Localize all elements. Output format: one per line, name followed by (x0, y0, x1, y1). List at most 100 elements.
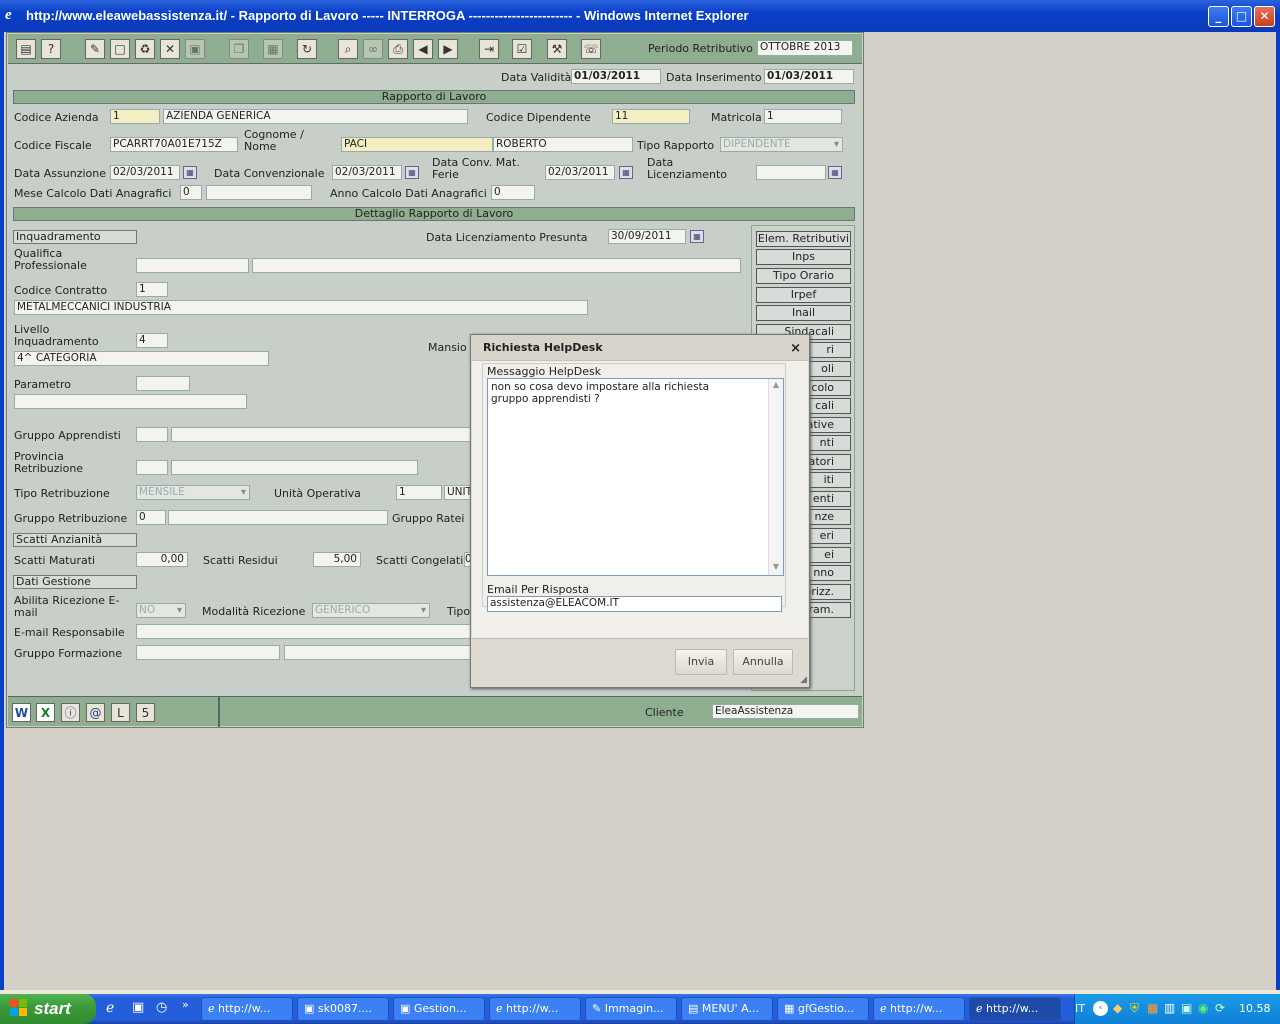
new-document-icon[interactable]: □ (110, 39, 130, 59)
taskbar-window-button[interactable]: ℯ http://w... (489, 997, 581, 1021)
quicklaunch-ie-icon[interactable]: ℯ (106, 1000, 114, 1016)
data-conv-mat-field[interactable]: 02/03/2011 (545, 165, 615, 180)
delete-icon[interactable]: ✕ (160, 39, 180, 59)
search-icon[interactable]: ⌕ (338, 39, 358, 59)
quicklaunch-clock-icon[interactable]: ◷ (156, 1000, 167, 1015)
trash-icon[interactable]: ♻ (135, 39, 155, 59)
tipo-rapporto-select[interactable]: DIPENDENTE (720, 137, 843, 152)
cliente-field[interactable]: EleaAssistenza (712, 704, 859, 719)
abilita-select[interactable]: NO (136, 603, 186, 618)
network-icon[interactable]: ▥ (1164, 1001, 1175, 1015)
tray-app-icon[interactable]: ◆ (1113, 1001, 1122, 1015)
maximize-button[interactable]: □ (1231, 6, 1252, 27)
cognome-field[interactable]: PACI (341, 137, 493, 152)
exit-icon[interactable]: ⇥ (479, 39, 499, 59)
unita-operativa-field[interactable]: 1 (396, 485, 442, 500)
tray-expand-icon[interactable]: ‹ (1093, 1001, 1108, 1016)
taskbar-window-button[interactable]: ℯ http://w... (201, 997, 293, 1021)
data-validita-field[interactable]: 01/03/2011 (571, 69, 661, 84)
binoculars-icon[interactable]: ∞ (363, 39, 383, 59)
messaggio-textarea[interactable]: non so cosa devo impostare alla richiest… (487, 378, 784, 576)
side-button[interactable]: Tipo Orario (756, 268, 851, 284)
taskbar-window-button[interactable]: ℯ http://w... (969, 997, 1061, 1021)
side-button[interactable]: Elem. Retributivi (756, 231, 851, 247)
checklist-icon[interactable]: ☑ (512, 39, 532, 59)
gruppo-formazione-field[interactable] (136, 645, 280, 660)
book-icon[interactable]: ▤ (16, 39, 36, 59)
language-indicator[interactable]: IT (1075, 1003, 1085, 1015)
calendar-icon[interactable]: ▦ (828, 166, 842, 179)
gruppo-apprendisti-desc[interactable] (171, 427, 471, 442)
contratto-desc-field[interactable]: METALMECCANICI INDUSTRIA (14, 300, 588, 315)
codice-dipendente-field[interactable]: 11 (612, 109, 690, 124)
grid-icon[interactable]: ▦ (263, 39, 283, 59)
invia-button[interactable]: Invia (675, 649, 727, 675)
calendar-icon[interactable]: ▦ (619, 166, 633, 179)
print-icon[interactable]: ⎙ (388, 39, 408, 59)
data-convenzionale-field[interactable]: 02/03/2011 (332, 165, 402, 180)
close-window-button[interactable]: ✕ (1254, 6, 1275, 27)
taskbar-window-button[interactable]: ▣ sk0087.... (297, 997, 389, 1021)
close-icon[interactable]: × (790, 341, 801, 356)
calendar-icon[interactable]: ▦ (183, 166, 197, 179)
l-icon[interactable]: L (111, 703, 130, 722)
codice-fiscale-field[interactable]: PCARRT70A01E715Z (110, 137, 238, 152)
unita-operativa-desc[interactable]: UNIT (444, 485, 471, 500)
periodo-field[interactable]: OTTOBRE 2013 (757, 40, 853, 56)
taskbar-window-button[interactable]: ℯ http://w... (873, 997, 965, 1021)
email-risposta-field[interactable]: assistenza@ELEACOM.IT (487, 596, 782, 612)
calendar-icon[interactable]: ▦ (690, 230, 704, 243)
previous-icon[interactable]: ◀ (413, 39, 433, 59)
livello-desc-field[interactable]: 4^ CATEGORIA (14, 351, 269, 366)
provincia-desc[interactable] (171, 460, 418, 475)
scatti-residui-field[interactable]: 5,00 (313, 552, 361, 567)
mese-calcolo-desc[interactable] (206, 185, 312, 200)
edit-icon[interactable]: ✎ (85, 39, 105, 59)
next-icon[interactable]: ▶ (438, 39, 458, 59)
tray-monitor-icon[interactable]: ▣ (1181, 1001, 1192, 1015)
taskbar-window-button[interactable]: ▣ Gestion... (393, 997, 485, 1021)
matricola-field[interactable]: 1 (764, 109, 842, 124)
qualifica-code-field[interactable] (136, 258, 249, 273)
tray-green-icon[interactable]: ◉ (1198, 1001, 1208, 1015)
provincia-field[interactable] (136, 460, 168, 475)
data-assunzione-field[interactable]: 02/03/2011 (110, 165, 180, 180)
scatti-maturati-field[interactable]: 0,00 (136, 552, 188, 567)
textarea-scrollbar[interactable]: ▲ ▼ (768, 379, 783, 575)
word-icon[interactable]: W (12, 703, 31, 722)
taskbar-window-button[interactable]: ✎ Immagin... (585, 997, 677, 1021)
taskbar-window-button[interactable]: ▦ gfGestio... (777, 997, 869, 1021)
save-icon[interactable]: ▣ (185, 39, 205, 59)
data-licenziamento-field[interactable] (756, 165, 826, 180)
calendar-icon[interactable]: ▦ (405, 166, 419, 179)
info-icon[interactable]: ⓘ (61, 703, 80, 722)
qualifica-desc-field[interactable] (252, 258, 741, 273)
email-responsabile-field[interactable] (136, 624, 471, 639)
codice-azienda-field[interactable]: 1 (110, 109, 160, 124)
tipo-retribuzione-select[interactable]: MENSILE (136, 485, 250, 500)
quicklaunch-box-icon[interactable]: ▣ (132, 1000, 144, 1015)
gruppo-retribuzione-desc[interactable] (168, 510, 388, 525)
nome-field[interactable]: ROBERTO (493, 137, 633, 152)
quicklaunch-more-icon[interactable]: » (182, 998, 189, 1011)
tray-tool-icon[interactable]: ▦ (1147, 1001, 1158, 1015)
gruppo-retribuzione-field[interactable]: 0 (136, 510, 166, 525)
gruppo-formazione-desc[interactable] (284, 645, 471, 660)
side-button[interactable]: Irpef (756, 287, 851, 303)
tools-icon[interactable]: ⚒ (547, 39, 567, 59)
minimize-button[interactable]: _ (1208, 6, 1229, 27)
tray-sync-icon[interactable]: ⟳ (1215, 1001, 1225, 1015)
annulla-button[interactable]: Annulla (733, 649, 793, 675)
mese-calcolo-field[interactable]: 0 (180, 185, 202, 200)
at-icon[interactable]: @ (86, 703, 105, 722)
livello-field[interactable]: 4 (136, 333, 168, 348)
resize-grip-icon[interactable]: ◢ (800, 675, 807, 685)
data-inserimento-field[interactable]: 01/03/2011 (764, 69, 854, 84)
data-lic-presunta-field[interactable]: 30/09/2011 (608, 229, 686, 244)
gruppo-apprendisti-field[interactable] (136, 427, 168, 442)
five-icon[interactable]: 5 (136, 703, 155, 722)
modalita-select[interactable]: GENERICO (312, 603, 430, 618)
security-shield-icon[interactable]: ⛨ (1130, 1001, 1139, 1016)
helpdesk-icon[interactable]: ☏ (581, 39, 601, 59)
parametro-field[interactable] (136, 376, 190, 391)
